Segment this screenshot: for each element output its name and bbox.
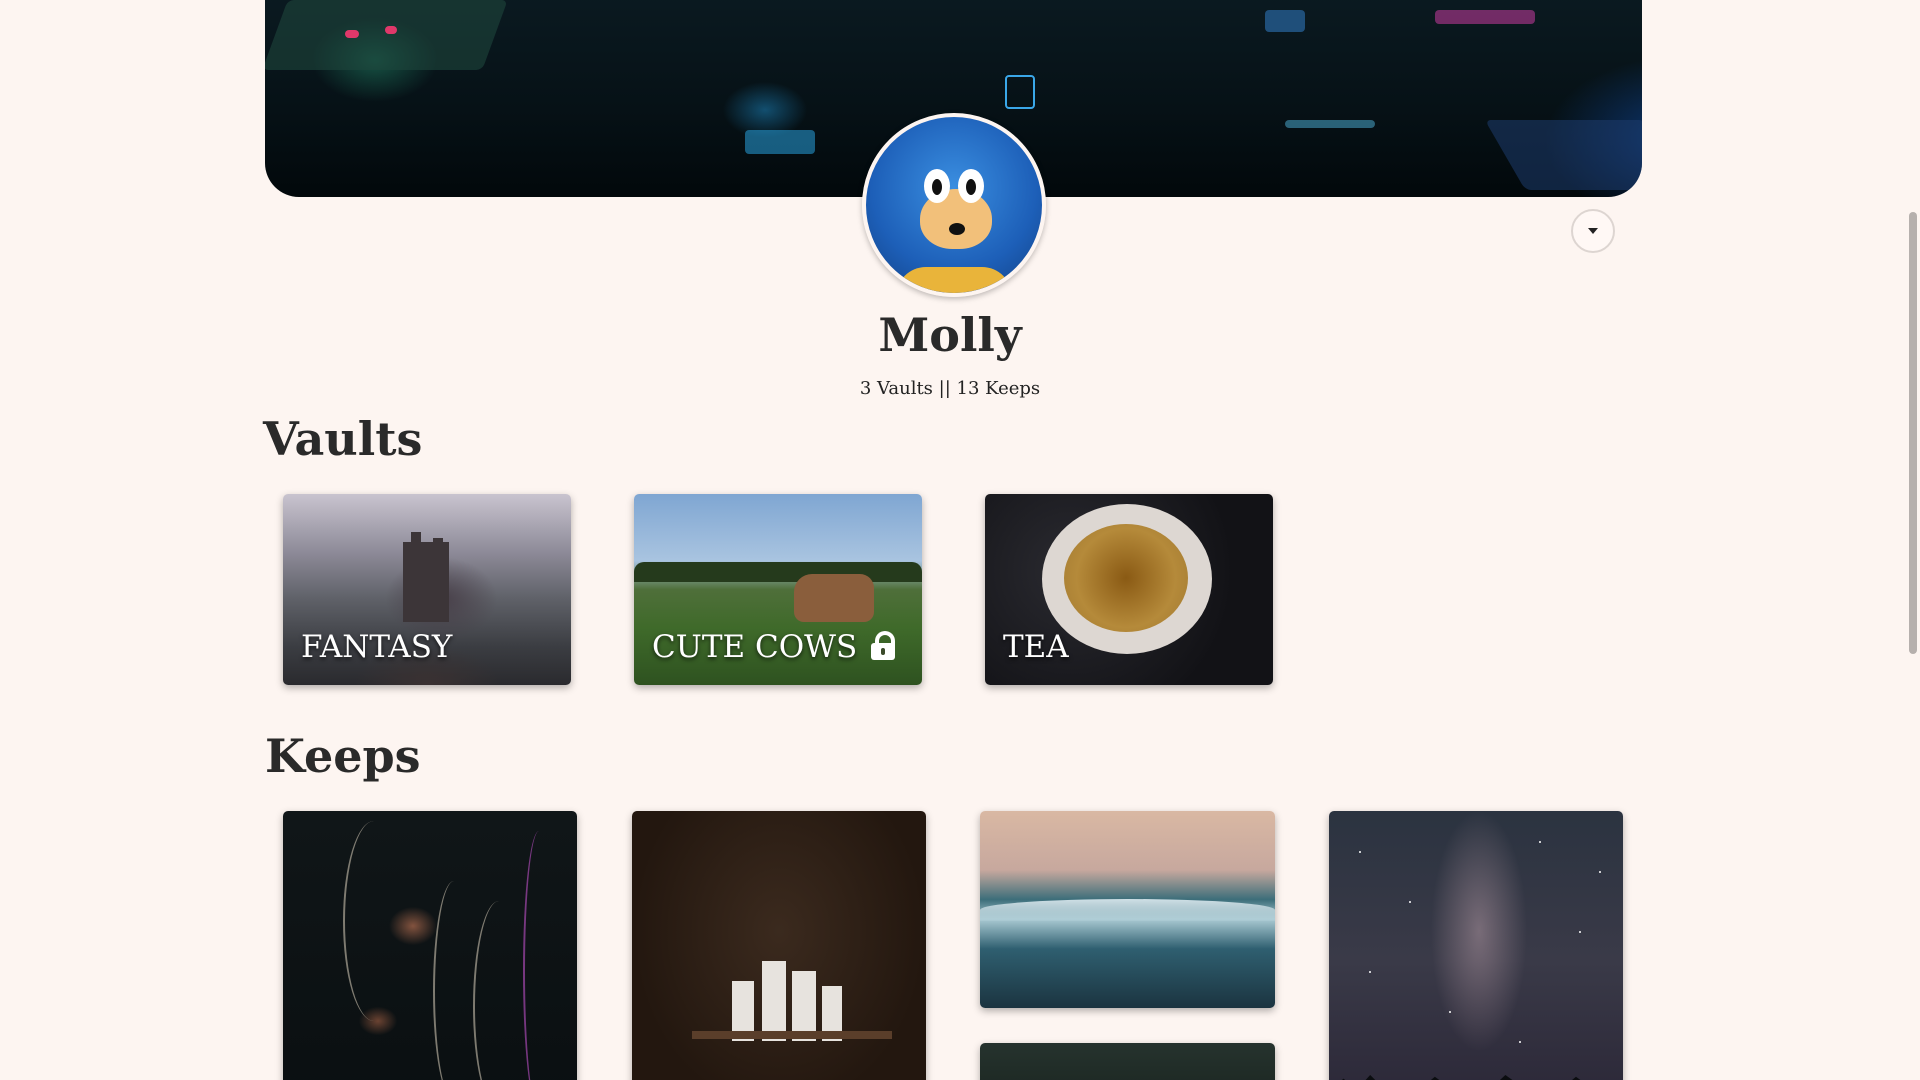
vault-label-text: CUTE COWS bbox=[652, 629, 858, 665]
keep-card-ship[interactable] bbox=[632, 811, 926, 1080]
vault-label: TEA bbox=[1003, 629, 1069, 665]
keeps-heading: Keeps bbox=[265, 729, 421, 783]
vault-card-cute-cows[interactable]: CUTE COWS bbox=[634, 494, 922, 685]
vaults-heading: Vaults bbox=[263, 412, 423, 466]
scrollbar[interactable] bbox=[1906, 0, 1920, 1080]
profile-menu-button[interactable] bbox=[1571, 209, 1615, 253]
vault-label: FANTASY bbox=[301, 629, 453, 665]
profile-name: Molly bbox=[878, 308, 1022, 362]
profile-page: Molly 3 Vaults || 13 Keeps Vaults FANTAS… bbox=[0, 0, 1920, 1080]
profile-stats: 3 Vaults || 13 Keeps bbox=[859, 378, 1041, 399]
keep-card-jellyfish[interactable] bbox=[283, 811, 577, 1080]
keep-card-waves[interactable] bbox=[980, 811, 1275, 1008]
keep-card-milky-way[interactable] bbox=[1329, 811, 1623, 1080]
vault-card-tea[interactable]: TEA bbox=[985, 494, 1273, 685]
vault-card-fantasy[interactable]: FANTASY bbox=[283, 494, 571, 685]
scrollbar-thumb[interactable] bbox=[1909, 212, 1917, 654]
lock-icon bbox=[871, 631, 896, 660]
caret-down-icon bbox=[1588, 228, 1598, 234]
avatar bbox=[862, 113, 1046, 297]
keep-card-forest[interactable] bbox=[980, 1043, 1275, 1080]
vault-label: CUTE COWS bbox=[652, 629, 896, 665]
